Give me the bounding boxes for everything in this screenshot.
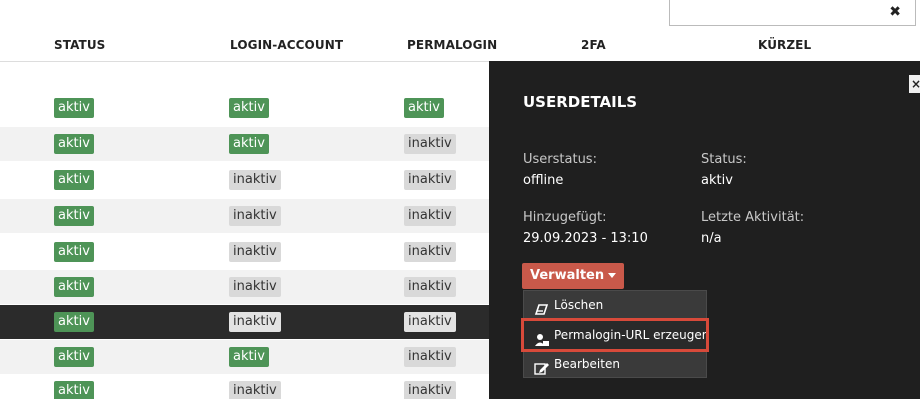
column-header-status[interactable]: STATUS xyxy=(54,38,105,52)
edit-icon xyxy=(534,358,550,375)
added-label: Hinzugefügt: xyxy=(523,210,607,225)
menu-item-label: Bearbeiten xyxy=(554,357,620,371)
login-badge: aktiv xyxy=(229,98,269,118)
column-header-2fa[interactable]: 2FA xyxy=(581,38,606,52)
manage-button-label: Verwalten xyxy=(530,268,605,283)
login-badge: inaktiv xyxy=(229,206,281,226)
menu-item-edit[interactable]: Bearbeiten xyxy=(524,350,706,378)
permalogin-badge: inaktiv xyxy=(404,277,456,297)
login-badge: aktiv xyxy=(229,134,269,154)
manage-button[interactable]: Verwalten xyxy=(522,263,625,289)
permalogin-badge: inaktiv xyxy=(404,312,456,332)
menu-item-permalogin-url[interactable]: Permalogin-URL erzeugen xyxy=(521,318,710,352)
search-input[interactable]: ✖ xyxy=(669,0,916,26)
permalogin-badge: inaktiv xyxy=(404,170,456,190)
permalogin-badge: inaktiv xyxy=(404,242,456,262)
status-badge: aktiv xyxy=(54,170,94,190)
login-badge: inaktiv xyxy=(229,242,281,262)
column-header-kuerzel[interactable]: KÜRZEL xyxy=(758,38,811,52)
last-activity-label: Letzte Aktivität: xyxy=(701,210,805,225)
menu-item-label: Löschen xyxy=(554,298,604,312)
status-label: Status: xyxy=(701,152,747,167)
menu-item-label: Permalogin-URL erzeugen xyxy=(554,328,710,342)
status-badge: aktiv xyxy=(54,206,94,226)
caret-down-icon xyxy=(608,273,617,278)
user-details-panel: × USERDETAILS Userstatus: offline Status… xyxy=(489,61,920,399)
permalogin-badge: aktiv xyxy=(404,98,444,118)
column-header-permalogin[interactable]: PERMALOGIN xyxy=(407,38,497,52)
login-badge: inaktiv xyxy=(229,381,281,399)
userstatus-label: Userstatus: xyxy=(523,152,597,167)
last-activity-value: n/a xyxy=(701,231,722,246)
permalogin-badge: inaktiv xyxy=(404,134,456,154)
user-key-icon xyxy=(534,329,550,346)
permalogin-badge: inaktiv xyxy=(404,347,456,367)
status-value: aktiv xyxy=(701,173,733,188)
status-badge: aktiv xyxy=(54,98,94,118)
login-badge: inaktiv xyxy=(229,170,281,190)
permalogin-badge: inaktiv xyxy=(404,206,456,226)
status-badge: aktiv xyxy=(54,381,94,399)
permalogin-badge: inaktiv xyxy=(404,381,456,399)
manage-dropdown-menu: Löschen Permalogin-URL erzeugen Bearbeit… xyxy=(521,290,710,378)
userstatus-value: offline xyxy=(523,173,564,188)
login-badge: aktiv xyxy=(229,347,269,367)
status-badge: aktiv xyxy=(54,134,94,154)
login-badge: inaktiv xyxy=(229,312,281,332)
status-badge: aktiv xyxy=(54,277,94,297)
status-badge: aktiv xyxy=(54,347,94,367)
close-panel-icon[interactable]: × xyxy=(909,75,920,93)
column-header-login-account[interactable]: LOGIN-ACCOUNT xyxy=(230,38,343,52)
added-value: 29.09.2023 - 13:10 xyxy=(523,231,648,246)
clear-search-icon[interactable]: ✖ xyxy=(889,5,901,19)
login-badge: inaktiv xyxy=(229,277,281,297)
status-badge: aktiv xyxy=(54,242,94,262)
eraser-icon xyxy=(534,299,550,315)
menu-item-delete[interactable]: Löschen xyxy=(524,291,706,319)
status-badge: aktiv xyxy=(54,312,94,332)
panel-title: USERDETAILS xyxy=(523,93,638,111)
